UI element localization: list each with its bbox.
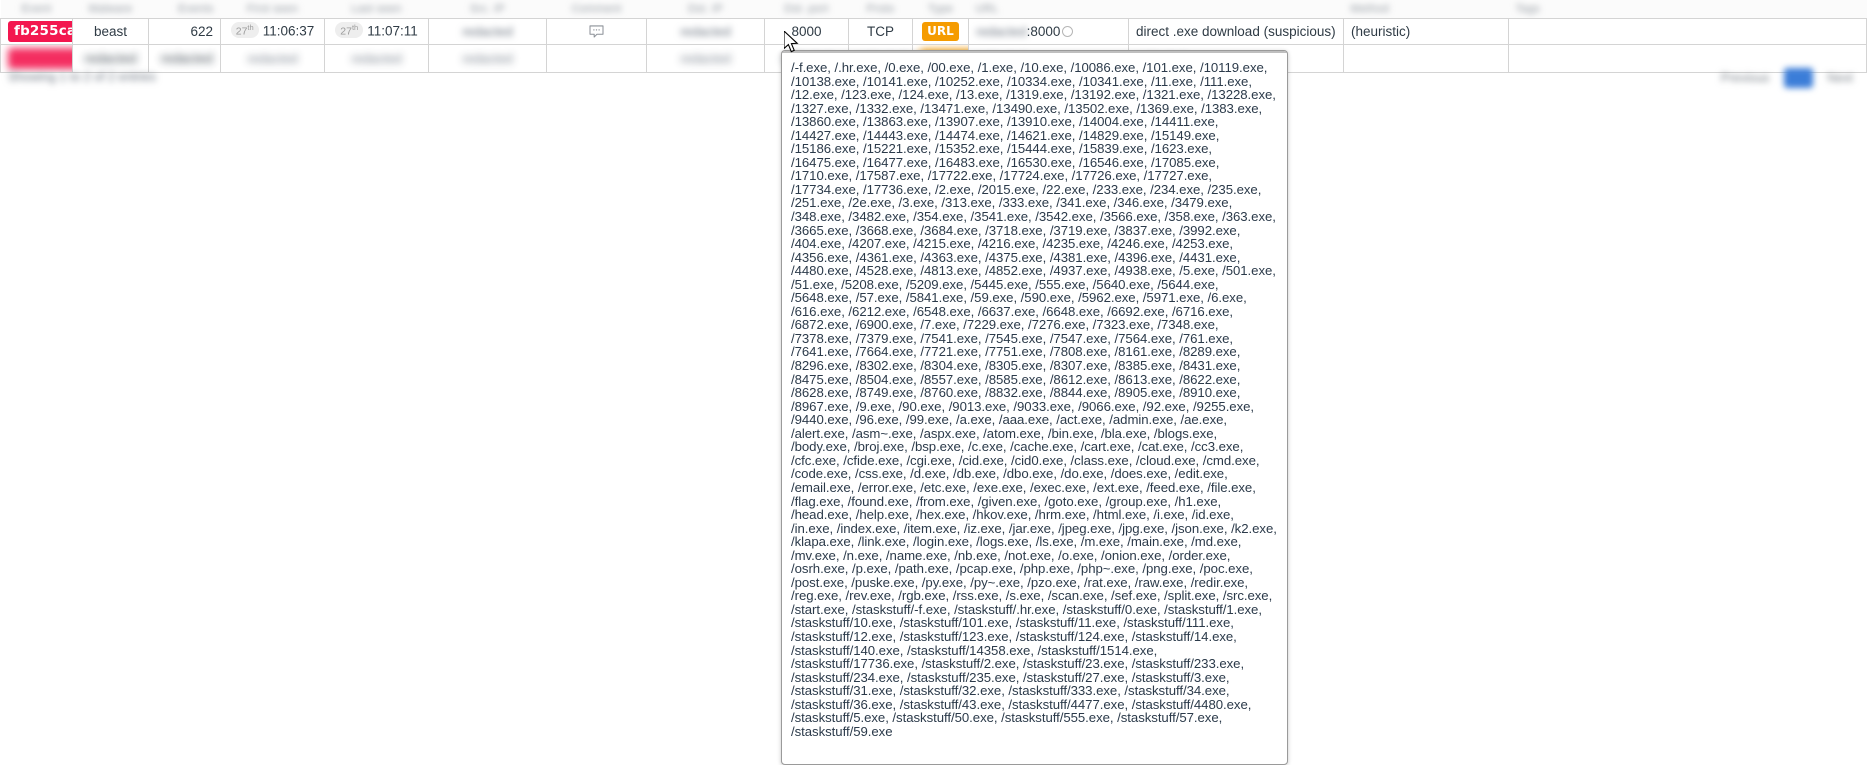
column-header-count[interactable]: Events (148, 0, 221, 18)
cell-detection-detail: direct .exe download (suspicious) (1128, 17, 1344, 45)
column-header-first_seen[interactable]: First seen (220, 0, 325, 18)
column-header-tags[interactable]: Tags (1508, 0, 1867, 18)
protocol-value: TCP (867, 23, 894, 39)
url-type-badge[interactable]: URL (922, 21, 959, 41)
column-header-malware[interactable]: Malware (72, 0, 149, 18)
cell-destination-port: 8000 (764, 17, 849, 45)
last_seen-day: 27 (340, 25, 352, 38)
column-header-label: Last seen (351, 2, 402, 15)
url-port: :8000 (1026, 23, 1061, 39)
cell-dst-ip: redacted (646, 17, 765, 45)
destination-port-value: 8000 (791, 23, 822, 39)
pagination-previous[interactable]: Previous (1721, 71, 1770, 85)
url-paths-tooltip: /-f.exe, /.hr.exe, /0.exe, /00.exe, /1.e… (781, 50, 1288, 765)
cell-comment (546, 17, 647, 45)
dst-ip-value: redacted (680, 23, 731, 39)
column-header-label: Dst. IP (687, 2, 724, 15)
cell-url[interactable]: redacted:8000 (968, 17, 1129, 45)
column-header-last_seen[interactable]: Last seen (324, 0, 429, 18)
last_seen-time: 11:07:11 (367, 23, 418, 39)
column-header-dst_port[interactable]: Dst. port (764, 0, 849, 18)
event-count-value: redacted (160, 50, 213, 66)
url-info-icon[interactable] (1062, 26, 1074, 38)
column-header-method[interactable]: Method (1343, 0, 1509, 18)
column-header-label: First seen (246, 2, 299, 15)
first_seen-day: 27 (235, 25, 248, 38)
column-header-label: Type (927, 2, 954, 15)
column-header-label: Src. IP (469, 2, 506, 15)
table-row[interactable]: fb255caebeast62227th11:06:3727th11:07:11… (0, 17, 1867, 45)
pagination-page-1[interactable]: 1 (1783, 68, 1813, 88)
last_seen-day-ordinal: th (351, 22, 359, 32)
cell-tags (1508, 17, 1867, 45)
cell-last-seen: 27th 11:07:11 (324, 17, 429, 45)
event-count-value: 622 (190, 23, 213, 39)
column-header-comment[interactable]: Comment (546, 0, 647, 18)
cell-protocol: TCP (848, 17, 913, 45)
first_seen-time: 11:06:37 (262, 23, 315, 39)
column-header-label: Malware (88, 2, 133, 15)
table-header-row: Event Malware Events First seen Last seen Src… (0, 0, 1867, 18)
dst-ip-value: redacted (680, 50, 731, 66)
column-header-label: URL (975, 2, 999, 15)
src-ip-value: redacted (462, 50, 513, 66)
pagination[interactable]: Previous 1 Next (1711, 68, 1853, 94)
cell-first-seen: 27th 11:06:37 (220, 17, 325, 45)
detection-detail-text: direct .exe download (suspicious) (1136, 23, 1336, 39)
column-header-src_ip[interactable]: Src. IP (428, 0, 547, 18)
first_seen-day-chip: 27th (230, 21, 259, 39)
column-header-type[interactable]: Type (912, 0, 969, 18)
column-header-label: Dst. port (784, 2, 829, 15)
column-header-detail[interactable] (1128, 0, 1344, 18)
column-header-label: Method (1350, 2, 1389, 15)
cell-event-id: fb255cae (0, 17, 73, 45)
pagination-next[interactable]: Next (1827, 71, 1853, 85)
cell-malware-family: beast (72, 17, 149, 45)
comment-balloon-icon[interactable] (589, 24, 604, 39)
last_seen-day-chip: 27th (335, 21, 364, 39)
column-header-dst_ip[interactable]: Dst. IP (646, 0, 765, 18)
column-header-label: Proto (866, 2, 895, 15)
column-header-label: Comment (571, 2, 622, 15)
column-header-url[interactable]: URL (968, 0, 1129, 18)
malware-family-label: redacted (84, 50, 137, 66)
detection-method-text: (heuristic) (1351, 23, 1411, 39)
column-header-event_id[interactable]: Event (0, 0, 73, 18)
cell-detection-method: (heuristic) (1343, 17, 1509, 45)
column-header-label: Event (21, 2, 52, 15)
column-header-label: Tags (1515, 2, 1540, 15)
first_seen-time: redacted (247, 50, 298, 66)
event-id-badge[interactable]: fb255cae (8, 20, 72, 42)
url-host: redacted (976, 23, 1027, 39)
malware-family-label: beast (93, 23, 128, 39)
page-root: Event Malware Events First seen Last seen Src… (0, 0, 1867, 765)
url-paths-tooltip-content: /-f.exe, /.hr.exe, /0.exe, /00.exe, /1.e… (791, 60, 1277, 739)
column-header-label: Events (178, 2, 214, 15)
first_seen-day-ordinal: th (247, 22, 254, 32)
cell-src-ip: redacted (428, 17, 547, 45)
cell-indicator-type: URL (912, 17, 969, 45)
cell-event-count: 622 (148, 17, 221, 45)
entries-summary: Showing 1 to 2 of 2 entries (8, 70, 157, 84)
src-ip-value: redacted (462, 23, 513, 39)
column-header-protocol[interactable]: Proto (848, 0, 913, 18)
table-header: Event Malware Events First seen Last seen Src… (0, 0, 1867, 18)
last_seen-time: redacted (351, 50, 402, 66)
